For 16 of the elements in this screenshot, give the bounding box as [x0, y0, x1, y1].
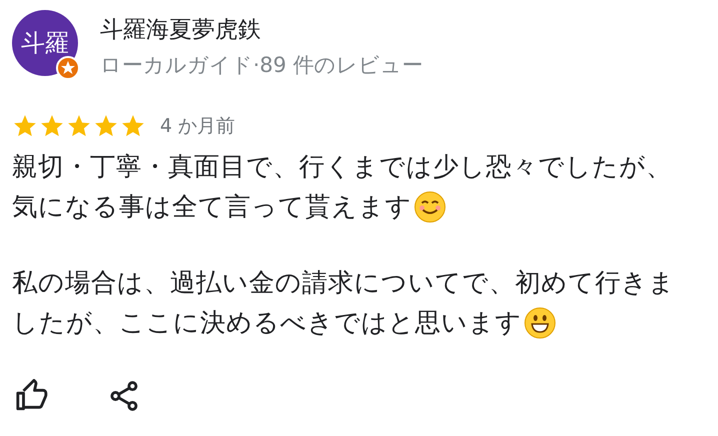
smiling-face-icon: [524, 307, 556, 339]
review-text: 私の場合は、過払い金の請求についてで、初めて行きま: [12, 267, 675, 300]
reviewer-subtitle: ローカルガイド·89 件のレビュー: [100, 52, 424, 79]
thumbs-up-icon[interactable]: [15, 379, 49, 413]
smiling-face-icon: [414, 191, 446, 223]
star-icon: [66, 113, 92, 139]
avatar: 斗羅: [12, 10, 78, 76]
review-text: 気になる事は全て言って貰えます: [12, 191, 412, 224]
star-icon: [12, 113, 38, 139]
review-time: 4 か月前: [160, 114, 236, 139]
star-icon: [120, 113, 146, 139]
star-icon: [93, 113, 119, 139]
review-text: 親切・丁寧・真面目で、行くまでは少し恐々でしたが、: [12, 151, 672, 184]
reviewer-name: 斗羅海夏夢虎鉄: [100, 16, 262, 45]
review-text: したが、ここに決めるべきではと思います: [12, 307, 522, 340]
star-icon: [39, 113, 65, 139]
